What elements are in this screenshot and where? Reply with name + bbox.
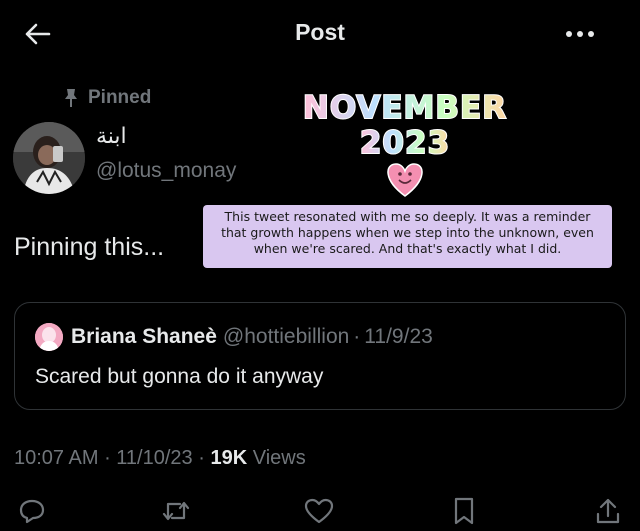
- quoted-author-avatar[interactable]: [35, 323, 63, 351]
- quoted-author-handle[interactable]: @hottiebillion: [223, 325, 349, 349]
- action-bar: [0, 490, 640, 531]
- avatar[interactable]: [13, 122, 85, 194]
- pinned-label: Pinned: [88, 87, 152, 108]
- smiley-heart-icon: [387, 163, 423, 197]
- sticker-month: NOVEMBER: [303, 90, 507, 126]
- quoted-post-date: 11/9/23: [364, 325, 433, 348]
- views-label: Views: [252, 447, 306, 469]
- date-sticker: NOVEMBER 2023: [302, 89, 507, 197]
- pin-icon: [65, 89, 77, 107]
- quoted-author-name[interactable]: Briana Shaneè: [71, 325, 217, 349]
- more-options-button[interactable]: [560, 20, 600, 48]
- like-button[interactable]: [301, 496, 337, 526]
- bookmark-button[interactable]: [446, 496, 482, 526]
- share-button[interactable]: [590, 496, 626, 526]
- post-text: Pinning this...: [14, 233, 165, 261]
- reply-icon: [19, 499, 45, 524]
- post-meta: 10:07 AM · 11/10/23 · 19K Views: [14, 447, 306, 470]
- views-count: 19K: [210, 447, 248, 469]
- caption-note: This tweet resonated with me so deeply. …: [203, 205, 612, 268]
- retweet-icon: [162, 501, 190, 521]
- quoted-avatar-image: [35, 323, 63, 351]
- retweet-button[interactable]: [158, 496, 194, 526]
- author-handle[interactable]: @lotus_monay: [96, 159, 236, 183]
- post-time[interactable]: 10:07 AM: [14, 447, 99, 469]
- more-horizontal-icon: [566, 31, 594, 37]
- reply-button[interactable]: [14, 496, 50, 526]
- like-icon: [304, 498, 334, 524]
- separator-dot: ·: [353, 325, 361, 348]
- pinned-indicator: Pinned: [64, 86, 151, 110]
- bookmark-icon: [454, 497, 474, 525]
- avatar-image: [13, 122, 85, 194]
- top-bar: Post: [0, 0, 640, 66]
- quoted-post-header: Briana Shaneè @hottiebillion · 11/9/23: [35, 323, 433, 351]
- sticker-year: 2023: [360, 125, 450, 161]
- arrow-left-icon: [25, 23, 51, 45]
- author-display-name[interactable]: ابنة: [96, 124, 127, 149]
- page-title: Post: [295, 19, 345, 45]
- quoted-post-text: Scared but gonna do it anyway: [35, 365, 324, 388]
- separator-dot: ·: [104, 447, 117, 469]
- back-button[interactable]: [20, 18, 54, 50]
- post-date[interactable]: 11/10/23: [116, 447, 192, 469]
- share-icon: [596, 498, 620, 524]
- quoted-post-card[interactable]: Briana Shaneè @hottiebillion · 11/9/23 S…: [14, 302, 626, 410]
- separator-dot: ·: [198, 447, 211, 469]
